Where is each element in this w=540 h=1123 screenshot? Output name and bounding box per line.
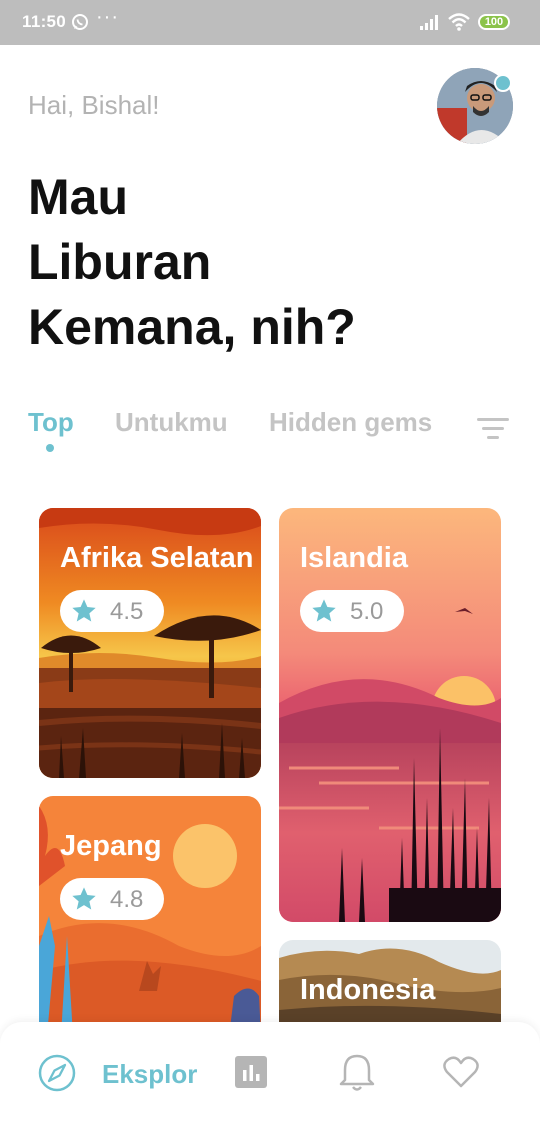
- nav-label-eksplor[interactable]: Eksplor: [102, 1059, 197, 1090]
- bell-icon[interactable]: [339, 1052, 375, 1097]
- whatsapp-icon: [71, 13, 89, 36]
- heart-icon[interactable]: [443, 1055, 479, 1094]
- rating-value: 4.8: [110, 886, 144, 913]
- compass-icon[interactable]: [38, 1054, 76, 1097]
- destination-name: Indonesia: [300, 974, 436, 1006]
- star-icon: [72, 887, 96, 910]
- destination-name: Afrika Selatan: [60, 542, 254, 574]
- tab-hidden-gems[interactable]: Hidden gems: [269, 407, 432, 438]
- destination-card-jepang[interactable]: Jepang 4.8: [39, 796, 261, 1036]
- destination-card-islandia[interactable]: Islandia 5.0: [279, 508, 501, 922]
- signal-icon: [420, 14, 440, 35]
- stats-icon[interactable]: [235, 1056, 267, 1093]
- rating-value: 5.0: [350, 598, 384, 625]
- tab-untukmu[interactable]: Untukmu: [115, 407, 228, 438]
- headline-line-2: Liburan: [28, 234, 212, 290]
- page-title: Mau Liburan Kemana, nih?: [28, 165, 356, 360]
- rating-badge: 5.0: [300, 590, 404, 632]
- rating-badge: 4.8: [60, 878, 164, 920]
- tab-top[interactable]: Top: [28, 407, 74, 438]
- star-icon: [72, 599, 96, 622]
- destination-card-afrika-selatan[interactable]: Afrika Selatan 4.5: [39, 508, 261, 778]
- wifi-icon: [447, 12, 471, 37]
- headline-line-1: Mau: [28, 169, 128, 225]
- status-bar: 11:50 ··· 100: [0, 0, 540, 45]
- battery-icon: 100: [478, 14, 510, 30]
- star-icon: [312, 599, 336, 622]
- destination-name: Islandia: [300, 542, 408, 574]
- active-tab-indicator: [46, 444, 54, 452]
- filter-icon[interactable]: [476, 416, 510, 442]
- greeting-text: Hai, Bishal!: [28, 90, 160, 120]
- status-time: 11:50: [22, 12, 67, 31]
- bottom-navigation: Eksplor: [0, 1022, 540, 1123]
- rating-value: 4.5: [110, 598, 144, 625]
- more-notifications-icon: ···: [96, 6, 119, 28]
- headline-line-3: Kemana, nih?: [28, 299, 356, 355]
- online-status-dot: [494, 74, 512, 92]
- rating-badge: 4.5: [60, 590, 164, 632]
- destination-name: Jepang: [60, 830, 162, 862]
